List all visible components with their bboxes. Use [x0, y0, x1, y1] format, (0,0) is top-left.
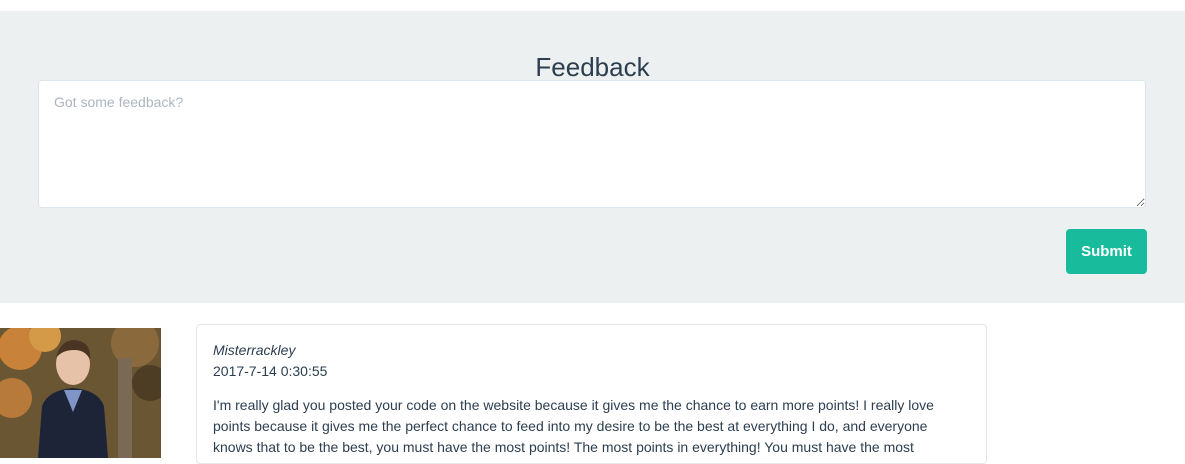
- avatar: [0, 328, 161, 458]
- comment-timestamp: 2017-7-14 0:30:55: [213, 363, 328, 379]
- feedback-textarea[interactable]: [38, 80, 1146, 208]
- submit-button[interactable]: Submit: [1066, 229, 1147, 274]
- feedback-panel: Feedback Submit: [0, 11, 1185, 303]
- comment-card: Misterrackley 2017-7-14 0:30:55 I'm real…: [196, 324, 987, 464]
- avatar-photo: [0, 328, 161, 458]
- comment-author: Misterrackley: [213, 342, 296, 358]
- comment-body: I'm really glad you posted your code on …: [213, 397, 934, 455]
- page-title: Feedback: [535, 52, 650, 82]
